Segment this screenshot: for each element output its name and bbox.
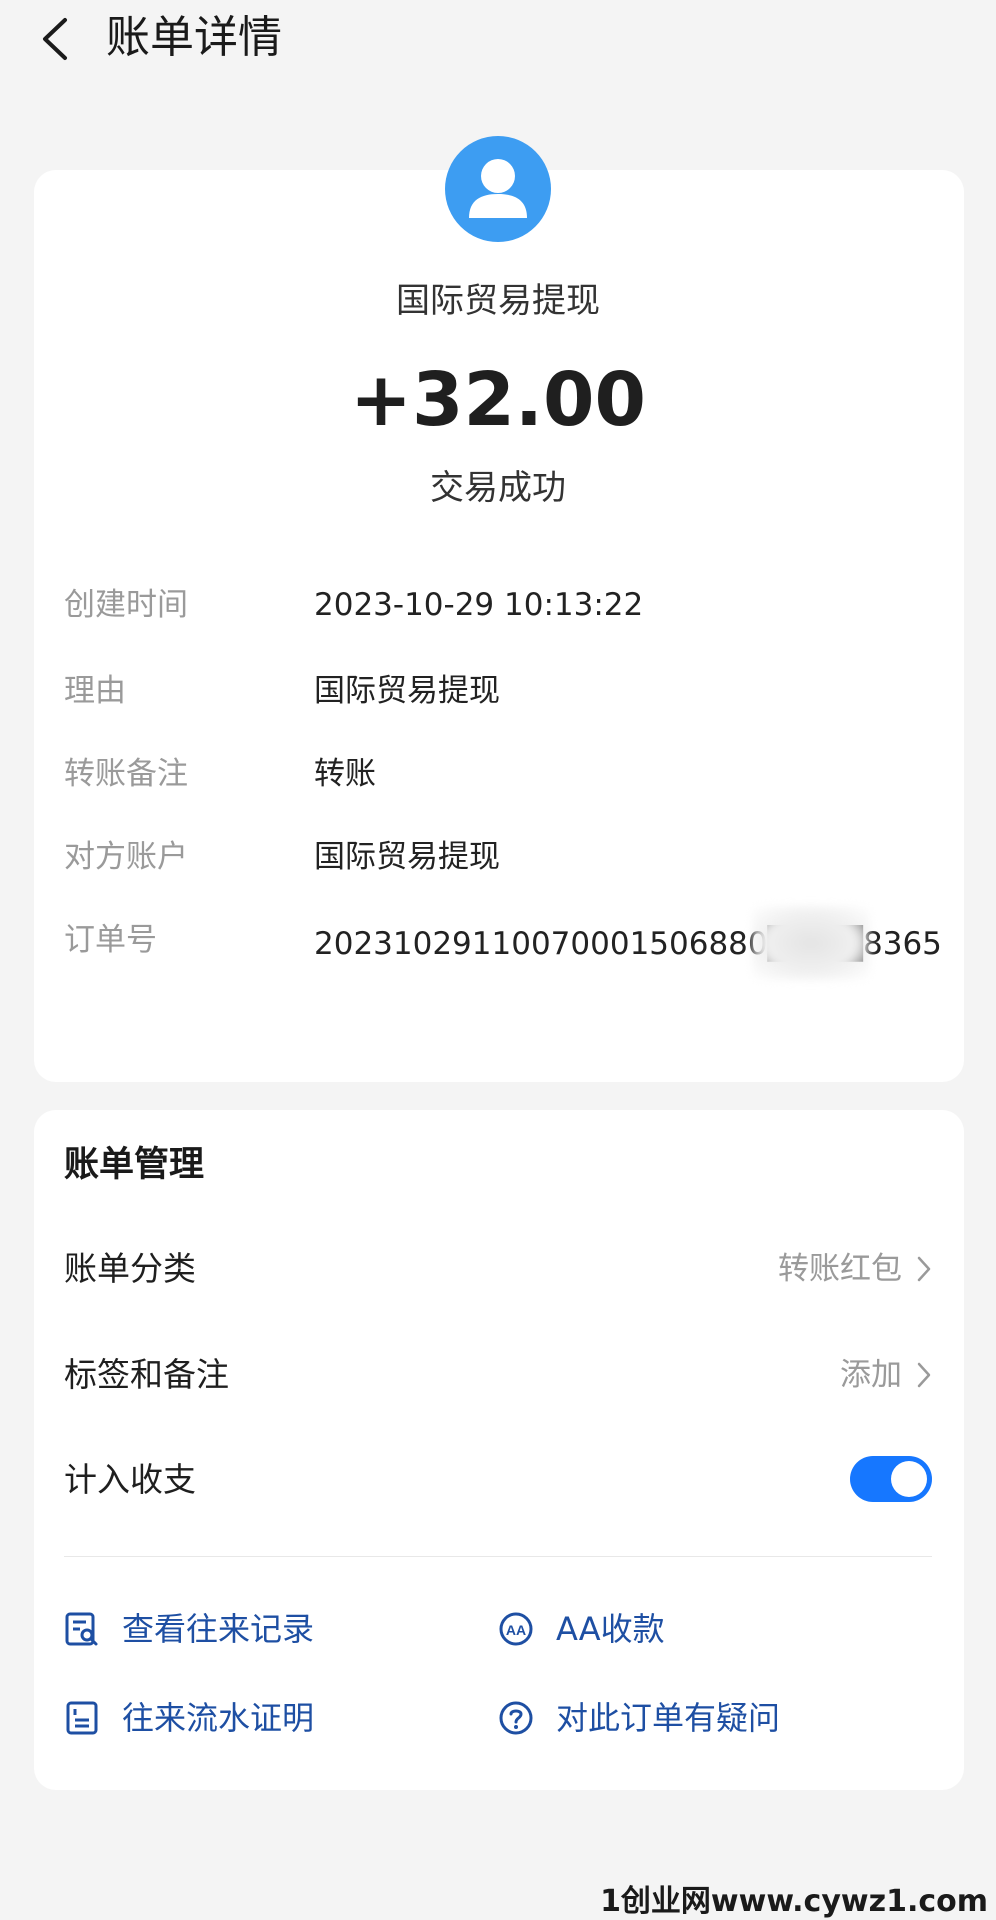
chevron-right-icon: [917, 1362, 931, 1388]
aa-collect-label: AA收款: [556, 1610, 665, 1648]
aa-icon: AA: [499, 1612, 533, 1646]
page-title: 账单详情: [106, 12, 282, 63]
detail-value-counterparty: 国际贸易提现: [314, 839, 500, 875]
include-toggle[interactable]: [850, 1456, 932, 1502]
aa-collect-link[interactable]: AA AA收款: [498, 1606, 665, 1652]
transaction-amount: +32.00: [349, 357, 647, 443]
top-bar: 账单详情: [0, 0, 996, 80]
avatar: [445, 136, 551, 242]
detail-value-reason: 国际贸易提现: [314, 673, 500, 709]
tags-label: 标签和备注: [64, 1355, 229, 1394]
detail-label-counterparty: 对方账户: [64, 839, 188, 875]
category-label: 账单分类: [64, 1249, 196, 1288]
document-icon: [66, 1701, 98, 1735]
order-question-label: 对此订单有疑问: [556, 1699, 781, 1737]
tags-selector[interactable]: 添加: [840, 1350, 932, 1400]
chevron-left-icon: [43, 18, 67, 60]
user-icon: [469, 159, 527, 218]
order-question-link[interactable]: 对此订单有疑问: [498, 1695, 780, 1741]
payee-name: 国际贸易提现: [396, 281, 600, 321]
transaction-status: 交易成功: [430, 468, 566, 508]
back-button[interactable]: [34, 14, 74, 64]
flow-proof-link[interactable]: 往来流水证明: [64, 1695, 314, 1741]
chevron-right-icon: [917, 1256, 931, 1282]
view-records-link[interactable]: 查看往来记录: [64, 1606, 314, 1652]
flow-proof-label: 往来流水证明: [122, 1699, 315, 1737]
include-label: 计入收支: [64, 1460, 196, 1499]
divider: [64, 1556, 932, 1557]
detail-value-remark: 转账: [314, 756, 376, 792]
toggle-knob: [891, 1461, 927, 1497]
detail-value-created-time: 2023-10-29 10:13:22: [314, 587, 644, 623]
redaction-blur: [752, 906, 870, 980]
record-search-icon: [65, 1612, 98, 1646]
detail-label-remark: 转账备注: [64, 756, 188, 792]
category-value: 转账红包: [778, 1251, 902, 1287]
svg-text:AA: AA: [506, 1622, 526, 1638]
section-title: 账单管理: [64, 1145, 205, 1185]
detail-label-order-no: 订单号: [64, 922, 157, 958]
category-selector[interactable]: 转账红包: [778, 1244, 932, 1294]
tags-value: 添加: [840, 1357, 902, 1393]
bill-management-card: [34, 1110, 964, 1790]
watermark: 1创业网www.cywz1.com: [600, 1884, 988, 1919]
detail-label-reason: 理由: [64, 673, 126, 709]
view-records-label: 查看往来记录: [122, 1610, 315, 1648]
question-icon: [499, 1701, 533, 1735]
detail-label-created-time: 创建时间: [64, 587, 188, 623]
